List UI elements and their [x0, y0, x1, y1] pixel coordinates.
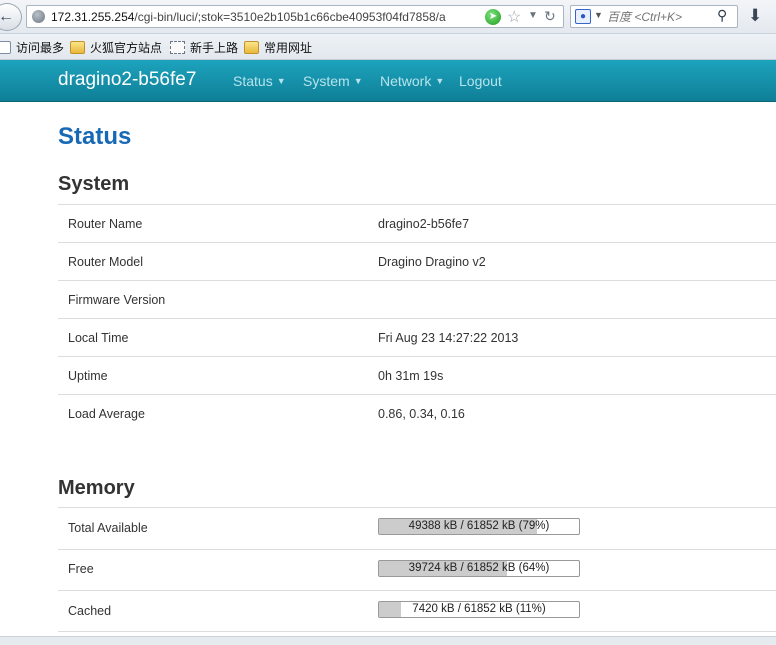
row-value: dragino2-b56fe7 [378, 217, 470, 231]
nav-label: Network [380, 73, 432, 89]
table-row: Router Name dragino2-b56fe7 [58, 204, 776, 242]
go-arrow-icon[interactable]: ➤ [485, 9, 501, 25]
bookmark-firefox-official[interactable]: 火狐官方站点 [70, 39, 162, 55]
table-row: Router Model Dragino Dragino v2 [58, 242, 776, 280]
folder-icon [244, 40, 259, 54]
row-label: Router Name [68, 217, 143, 231]
bookmark-common-sites[interactable]: 常用网址 [244, 39, 312, 55]
table-row: Uptime 0h 31m 19s [58, 356, 776, 394]
download-arrow-icon[interactable]: ⬇ [748, 6, 762, 26]
site-identity-icon[interactable] [32, 10, 45, 23]
row-label: Firmware Version [68, 293, 166, 307]
bookmark-label: 火狐官方站点 [90, 40, 163, 55]
progress-text: 49388 kB / 61852 kB (79%) [408, 520, 550, 532]
address-bar[interactable]: 172.31.255.254/cgi-bin/luci/;stok=3510e2… [26, 5, 564, 28]
folder-icon [70, 40, 85, 54]
nav-system[interactable]: System ▼ [303, 73, 363, 89]
row-value: 0.86, 0.34, 0.16 [378, 407, 465, 421]
url-text[interactable]: 172.31.255.254/cgi-bin/luci/;stok=3510e2… [51, 10, 501, 26]
nav-label: System [303, 73, 350, 89]
search-bar[interactable]: ● ▼ ⚲ [570, 5, 738, 28]
table-row: Firmware Version [58, 280, 776, 318]
paw-icon[interactable]: ● [575, 9, 591, 24]
nav-label: Status [233, 73, 273, 89]
row-label: Router Model [68, 255, 144, 269]
search-engine-dropdown-icon[interactable]: ▼ [594, 10, 603, 20]
caret-down-icon: ▼ [276, 76, 286, 86]
caret-down-icon: ▼ [353, 76, 363, 86]
search-icon[interactable]: ⚲ [717, 7, 727, 24]
system-section-title: System [58, 173, 130, 195]
page-title: Status [58, 123, 132, 150]
table-row: Cached 7420 kB / 61852 kB (11%) [58, 590, 776, 632]
progress-text: 7420 kB / 61852 kB (11%) [412, 603, 546, 615]
table-row: Local Time Fri Aug 23 14:27:22 2013 [58, 318, 776, 356]
bookmark-label: 新手上路 [190, 40, 239, 55]
url-path: /cgi-bin/luci/;stok=3510e2b105b1c66cbe40… [134, 10, 446, 24]
row-label: Cached [68, 604, 112, 618]
bookmark-label: 访问最多 [16, 40, 65, 55]
bookmark-label: 常用网址 [264, 40, 313, 55]
table-row: Load Average 0.86, 0.34, 0.16 [58, 394, 776, 432]
row-value: Dragino Dragino v2 [378, 255, 486, 269]
memory-section-title: Memory [58, 477, 135, 499]
url-host: 172.31.255.254 [51, 10, 135, 24]
row-label: Free [68, 562, 94, 576]
row-value: Fri Aug 23 14:27:22 2013 [378, 331, 519, 345]
row-label: Local Time [68, 331, 129, 345]
brand-hostname[interactable]: dragino2-b56fe7 [58, 69, 196, 91]
memory-progress-bar: 49388 kB / 61852 kB (79%) [378, 518, 580, 535]
app-header: dragino2-b56fe7 Status ▼ System ▼ Network ▼… [0, 60, 776, 102]
bookmark-most-visited[interactable]: 访问最多 [0, 39, 64, 55]
bookmark-star-icon[interactable]: ☆ [507, 7, 521, 27]
nav-network[interactable]: Network ▼ [380, 73, 444, 89]
reload-icon[interactable]: ↻ [544, 8, 556, 25]
row-label: Uptime [68, 369, 108, 383]
status-bar [0, 636, 776, 645]
row-value: 0h 31m 19s [378, 369, 444, 383]
back-arrow-icon[interactable]: ← [0, 3, 22, 31]
table-row: Free 39724 kB / 61852 kB (64%) [58, 549, 776, 590]
row-label: Load Average [68, 407, 145, 421]
browser-toolbar: ← 172.31.255.254/cgi-bin/luci/;stok=3510… [0, 0, 776, 34]
memory-progress-bar: 39724 kB / 61852 kB (64%) [378, 560, 580, 577]
bookmarks-bar: 访问最多 火狐官方站点 新手上路 常用网址 [0, 34, 776, 60]
page-icon [0, 40, 11, 54]
nav-status[interactable]: Status ▼ [233, 73, 286, 89]
bookmark-getting-started[interactable]: 新手上路 [170, 39, 238, 55]
nav-logout[interactable]: Logout [459, 73, 502, 89]
caret-down-icon: ▼ [435, 76, 445, 86]
history-dropdown-icon[interactable]: ▼ [528, 10, 538, 21]
row-label: Total Available [68, 521, 148, 535]
progress-text: 39724 kB / 61852 kB (64%) [408, 562, 550, 574]
table-row: Total Available 49388 kB / 61852 kB (79%… [58, 507, 776, 549]
page-icon [170, 40, 185, 54]
search-input[interactable] [607, 8, 712, 26]
memory-progress-bar: 7420 kB / 61852 kB (11%) [378, 601, 580, 618]
